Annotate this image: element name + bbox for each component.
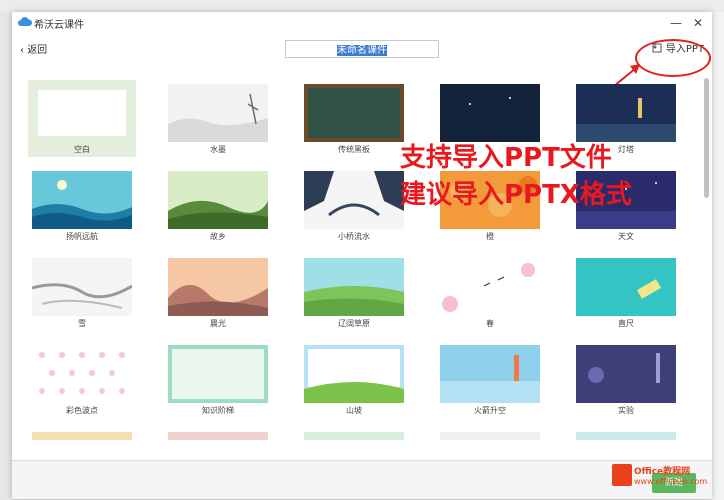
template-thumbnail xyxy=(576,432,676,440)
template-label: 水墨 xyxy=(210,145,226,154)
template-thumbnail xyxy=(304,432,404,440)
template-card-partial[interactable] xyxy=(300,428,408,440)
template-card-dawn[interactable]: 晨光 xyxy=(164,254,272,331)
template-card-snow[interactable]: 雪 xyxy=(28,254,136,331)
template-thumbnail xyxy=(576,258,676,316)
template-label: 天文 xyxy=(618,232,634,241)
template-label: 晨光 xyxy=(210,319,226,328)
footer: 新建 xyxy=(12,460,712,499)
template-thumbnail xyxy=(440,84,540,142)
template-card-bridge[interactable]: 小桥流水 xyxy=(300,167,408,244)
template-thumbnail xyxy=(32,84,132,142)
template-label: 传统黑板 xyxy=(338,145,370,154)
template-card-partial[interactable] xyxy=(28,428,136,440)
template-label: 辽阔草原 xyxy=(338,319,370,328)
template-thumbnail xyxy=(168,84,268,142)
template-label: 扬帆远航 xyxy=(66,232,98,241)
template-label: 小桥流水 xyxy=(338,232,370,241)
template-thumbnail xyxy=(168,171,268,229)
template-label: 空白 xyxy=(74,145,90,154)
courseware-name-text: 未命名课件 xyxy=(337,45,387,56)
watermark-url: www.office26.com xyxy=(634,477,708,486)
scrollbar[interactable] xyxy=(704,68,710,448)
annotation-text: 支持导入PPT文件 建议导入PPTX格式 xyxy=(400,140,632,214)
template-thumbnail xyxy=(168,258,268,316)
cloud-icon xyxy=(18,17,32,26)
watermark-brand: Office教程网 xyxy=(634,467,691,477)
scrollbar-thumb[interactable] xyxy=(704,78,709,198)
template-label: 实验 xyxy=(618,406,634,415)
template-thumbnail xyxy=(576,84,676,142)
template-card-hometown[interactable]: 故乡 xyxy=(164,167,272,244)
template-card-hill[interactable]: 山坡 xyxy=(300,341,408,418)
minimize-button[interactable]: — xyxy=(668,15,684,31)
template-card-ink[interactable]: 水墨 xyxy=(164,80,272,157)
close-button[interactable]: ✕ xyxy=(690,15,706,31)
template-thumbnail xyxy=(304,171,404,229)
template-thumbnail xyxy=(304,345,404,403)
template-thumbnail xyxy=(440,345,540,403)
template-label: 橙 xyxy=(486,232,494,241)
template-card-ladder[interactable]: 知识阶梯 xyxy=(164,341,272,418)
back-button[interactable]: ‹ 返回 xyxy=(20,41,47,56)
template-card-sail[interactable]: 扬帆远航 xyxy=(28,167,136,244)
template-card-spring[interactable]: 春 xyxy=(436,254,544,331)
title-bar: 希沃云课件 — ✕ xyxy=(12,12,712,34)
template-thumbnail xyxy=(440,432,540,440)
template-label: 雪 xyxy=(78,319,86,328)
template-thumbnail xyxy=(32,432,132,440)
template-card-blackboard[interactable]: 传统黑板 xyxy=(300,80,408,157)
annotation-line-2: 建议导入PPTX格式 xyxy=(400,180,632,210)
template-thumbnail xyxy=(32,171,132,229)
template-thumbnail xyxy=(32,258,132,316)
office-logo-icon xyxy=(612,464,632,486)
back-label: 返回 xyxy=(27,45,48,56)
template-thumbnail xyxy=(304,258,404,316)
chevron-left-icon: ‹ xyxy=(20,45,24,56)
template-card-blank[interactable]: 空白 xyxy=(28,80,136,157)
watermark: Office教程网 www.office26.com xyxy=(612,464,707,486)
courseware-name-input[interactable]: 未命名课件 xyxy=(285,40,439,58)
template-card-rocket[interactable]: 火箭升空 xyxy=(436,341,544,418)
background-left xyxy=(0,12,12,500)
template-card-ruler[interactable]: 直尺 xyxy=(572,254,680,331)
template-label: 火箭升空 xyxy=(474,406,506,415)
template-label: 知识阶梯 xyxy=(202,406,234,415)
template-thumbnail xyxy=(576,345,676,403)
template-label: 彩色波点 xyxy=(66,406,98,415)
template-card-lab[interactable]: 实验 xyxy=(572,341,680,418)
annotation-line-1: 支持导入PPT文件 xyxy=(400,143,612,173)
template-card-partial[interactable] xyxy=(572,428,680,440)
toolbar: ‹ 返回 未命名课件 导入PPT xyxy=(12,36,712,62)
courseware-dialog: 希沃云课件 — ✕ ‹ 返回 未命名课件 导入PPT 空白 水墨 传统黑板 灯塔 扬帆远… xyxy=(12,12,712,499)
template-label: 春 xyxy=(486,319,494,328)
template-thumbnail xyxy=(32,345,132,403)
background-right xyxy=(712,12,724,500)
template-card-partial[interactable] xyxy=(164,428,272,440)
template-card-partial[interactable] xyxy=(436,428,544,440)
template-label: 直尺 xyxy=(618,319,634,328)
template-thumbnail xyxy=(168,345,268,403)
template-thumbnail xyxy=(440,258,540,316)
template-thumbnail xyxy=(168,432,268,440)
template-label: 山坡 xyxy=(346,406,362,415)
app-title: 希沃云课件 xyxy=(34,20,84,31)
template-card-grassland[interactable]: 辽阔草原 xyxy=(300,254,408,331)
template-thumbnail xyxy=(304,84,404,142)
template-label: 故乡 xyxy=(210,232,226,241)
template-card-dots[interactable]: 彩色波点 xyxy=(28,341,136,418)
